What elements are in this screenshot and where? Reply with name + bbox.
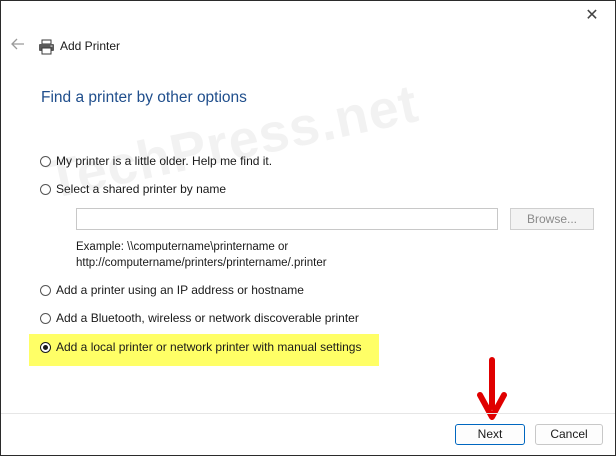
dialog-title: Add Printer [60, 39, 121, 53]
option-label: Add a Bluetooth, wireless or network dis… [56, 311, 359, 325]
option-local-printer[interactable]: Add a local printer or network printer w… [40, 338, 361, 356]
back-arrow-icon[interactable] [11, 37, 27, 55]
cancel-button[interactable]: Cancel [535, 424, 603, 445]
option-shared-printer[interactable]: Select a shared printer by name [40, 180, 226, 198]
option-label: Select a shared printer by name [56, 182, 227, 196]
option-label: Add a local printer or network printer w… [56, 340, 362, 354]
radio-button[interactable] [40, 155, 51, 167]
arrow-left-icon [11, 38, 24, 50]
add-printer-window: ✕ Add Printer Find a printer by other op… [0, 0, 616, 456]
radio-button[interactable] [40, 183, 51, 195]
option-bluetooth-wireless[interactable]: Add a Bluetooth, wireless or network dis… [40, 309, 359, 327]
dialog-header: Add Printer [1, 35, 615, 59]
shared-printer-name-input[interactable] [76, 208, 498, 230]
browse-button[interactable]: Browse... [510, 208, 594, 230]
close-button[interactable]: ✕ [581, 7, 603, 25]
option-older-printer[interactable]: My printer is a little older. Help me fi… [40, 152, 272, 170]
page-heading: Find a printer by other options [41, 89, 247, 106]
option-label: My printer is a little older. Help me fi… [56, 154, 273, 168]
radio-button-selected[interactable] [40, 341, 51, 353]
printer-icon [38, 39, 55, 55]
footer-divider [1, 413, 615, 414]
shared-printer-example: Example: \\computername\printername or h… [76, 240, 327, 271]
radio-button[interactable] [40, 284, 51, 296]
option-ip-address[interactable]: Add a printer using an IP address or hos… [40, 281, 304, 299]
radio-button[interactable] [40, 312, 51, 324]
next-button[interactable]: Next [455, 424, 525, 445]
example-line-1: Example: \\computername\printername or [76, 241, 289, 253]
example-line-2: http://computername/printers/printername… [76, 256, 327, 269]
option-label: Add a printer using an IP address or hos… [56, 283, 304, 297]
